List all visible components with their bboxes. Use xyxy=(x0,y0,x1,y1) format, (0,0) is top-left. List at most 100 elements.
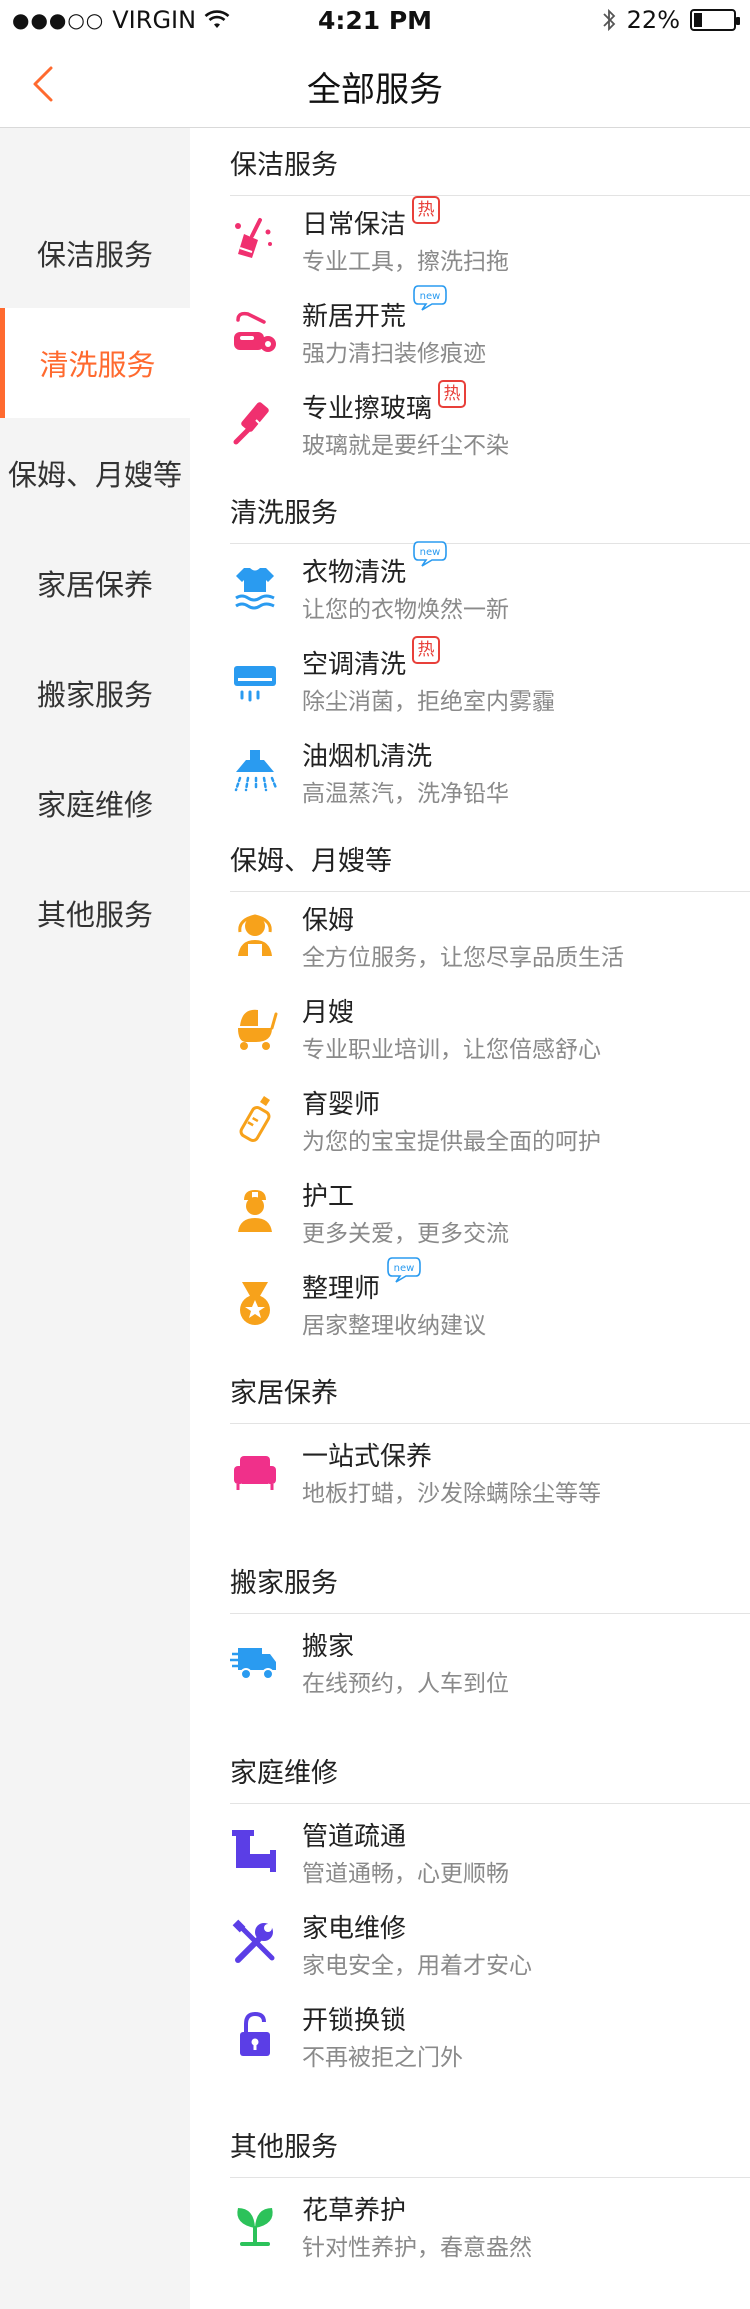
service-name: 搬家 xyxy=(302,1632,355,1662)
service-name: 月嫂 xyxy=(302,998,355,1028)
service-description: 全方位服务，让您尽享品质生活 xyxy=(302,945,624,971)
sidebar-item-4[interactable]: 家居保养 xyxy=(0,528,190,638)
tools-icon xyxy=(230,1918,280,1968)
service-description: 高温蒸汽，洗净铅华 xyxy=(302,781,509,807)
service-description: 家电安全，用着才安心 xyxy=(302,1953,532,1979)
service-item[interactable]: 开锁换锁不再被拒之门外 xyxy=(230,1996,750,2088)
sidebar-item-6[interactable]: 家庭维修 xyxy=(0,748,190,858)
baby-bottle-icon xyxy=(230,1094,280,1144)
svg-text:new: new xyxy=(420,291,441,302)
service-description: 居家整理收纳建议 xyxy=(302,1313,486,1339)
truck-icon xyxy=(230,1636,280,1686)
sidebar-item-7[interactable]: 其他服务 xyxy=(0,858,190,968)
service-name: 育婴师 xyxy=(302,1090,381,1120)
laundry-icon xyxy=(230,562,280,612)
service-item[interactable]: 衣物清洗 new 让您的衣物焕然一新 xyxy=(230,541,750,640)
medal-icon xyxy=(230,1278,280,1328)
battery-level xyxy=(694,13,702,27)
service-name: 保姆 xyxy=(302,906,355,936)
unlock-icon xyxy=(230,2010,280,2060)
service-item[interactable]: 保姆全方位服务，让您尽享品质生活 xyxy=(230,896,750,988)
hot-badge: 热 xyxy=(412,196,441,224)
bluetooth-icon xyxy=(603,8,615,32)
battery-icon xyxy=(690,9,740,31)
air-conditioner-icon xyxy=(230,654,280,704)
service-item[interactable]: 搬家在线预约，人车到位 xyxy=(230,1622,750,1714)
squeegee-icon xyxy=(230,398,280,448)
range-hood-icon xyxy=(230,746,280,796)
service-description: 专业工具，擦洗扫拖 xyxy=(302,249,509,275)
sidebar-item-3[interactable]: 保姆、月嫂等 xyxy=(0,418,190,528)
service-item[interactable]: 管道疏通管道通畅，心更顺畅 xyxy=(230,1812,750,1904)
service-item[interactable]: 育婴师为您的宝宝提供最全面的呵护 xyxy=(230,1080,750,1172)
svg-text:new: new xyxy=(420,547,441,558)
broom-icon xyxy=(230,214,280,264)
service-name: 开锁换锁 xyxy=(302,2006,407,2036)
status-right: 22% xyxy=(601,6,740,34)
page-title: 全部服务 xyxy=(307,70,443,110)
service-name: 整理师 new xyxy=(302,1257,422,1305)
service-name: 管道疏通 xyxy=(302,1822,407,1852)
stroller-icon xyxy=(230,1002,280,1052)
section-header: 保洁服务 xyxy=(230,128,750,196)
new-badge: new xyxy=(412,284,448,312)
sidebar-item-1[interactable]: 保洁服务 xyxy=(0,198,190,308)
service-name: 衣物清洗 new xyxy=(302,541,448,589)
service-name: 家电维修 xyxy=(302,1914,407,1944)
service-item[interactable]: 空调清洗热除尘消菌，拒绝室内雾霾 xyxy=(230,636,750,732)
section-header: 清洗服务 xyxy=(230,476,750,544)
pipe-icon xyxy=(230,1826,280,1876)
sidebar-item-label: 搬家服务 xyxy=(36,678,153,712)
sidebar-item-label: 清洗服务 xyxy=(39,348,156,382)
service-item[interactable]: 油烟机清洗高温蒸汽，洗净铅华 xyxy=(230,732,750,824)
service-item[interactable]: 整理师 new 居家整理收纳建议 xyxy=(230,1257,750,1356)
section-header: 搬家服务 xyxy=(230,1546,750,1614)
service-item[interactable]: 一站式保养 地板打蜡，沙发除螨除尘等等 xyxy=(230,1432,750,1524)
nav-bar: 全部服务 xyxy=(0,40,750,128)
service-name: 油烟机清洗 xyxy=(302,742,433,772)
nurse-icon xyxy=(230,1186,280,1236)
sidebar-item-2[interactable]: 清洗服务 xyxy=(0,308,190,418)
service-description: 针对性养护，春意盎然 xyxy=(302,2235,532,2261)
service-name: 一站式保养 xyxy=(302,1442,433,1472)
service-name: 花草养护 xyxy=(302,2196,407,2226)
svg-text:new: new xyxy=(394,1263,415,1274)
new-badge: new xyxy=(412,540,448,568)
service-item[interactable]: 护工 更多关爱，更多交流 xyxy=(230,1172,750,1264)
plant-icon xyxy=(230,2200,280,2250)
service-item[interactable]: 日常保洁热专业工具，擦洗扫拖 xyxy=(230,196,750,292)
vacuum-icon xyxy=(230,306,280,356)
sidebar-item-label: 家居保养 xyxy=(36,568,153,602)
section-header: 其他服务 xyxy=(230,2110,750,2178)
sidebar-item-label: 保洁服务 xyxy=(36,238,153,272)
sidebar-item-label: 家庭维修 xyxy=(36,788,153,822)
new-badge: new xyxy=(386,1256,422,1284)
sidebar-item-5[interactable]: 搬家服务 xyxy=(0,638,190,748)
service-description: 让您的衣物焕然一新 xyxy=(302,597,509,623)
service-description: 除尘消菌，拒绝室内雾霾 xyxy=(302,689,555,715)
hot-badge: 热 xyxy=(438,380,467,408)
section-header: 家居保养 xyxy=(230,1356,750,1424)
service-description: 不再被拒之门外 xyxy=(302,2045,463,2071)
service-name: 日常保洁热 xyxy=(302,196,441,241)
service-description: 专业职业培训，让您倍感舒心 xyxy=(302,1037,601,1063)
service-item[interactable]: 月嫂专业职业培训，让您倍感舒心 xyxy=(230,988,750,1080)
service-name: 空调清洗热 xyxy=(302,636,441,681)
service-name: 新居开荒 new xyxy=(302,285,448,333)
service-description: 管道通畅，心更顺畅 xyxy=(302,1861,509,1887)
hot-badge: 热 xyxy=(412,636,441,664)
nanny-icon xyxy=(230,910,280,960)
service-description: 为您的宝宝提供最全面的呵护 xyxy=(302,1129,601,1155)
service-item[interactable]: 家电维修家电安全，用着才安心 xyxy=(230,1904,750,1996)
section-header: 家庭维修 xyxy=(230,1736,750,1804)
service-item[interactable]: 新居开荒 new 强力清扫装修痕迹 xyxy=(230,285,750,384)
service-description: 玻璃就是要纤尘不染 xyxy=(302,433,509,459)
category-sidebar: 保洁服务清洗服务保姆、月嫂等 家居保养搬家服务家庭维修其他服务 xyxy=(0,128,190,2309)
sidebar-item-label: 其他服务 xyxy=(36,898,153,932)
section-header: 保姆、月嫂等 xyxy=(230,824,750,892)
service-item[interactable]: 花草养护针对性养护，春意盎然 xyxy=(230,2186,750,2278)
sidebar-item-label: 保姆、月嫂等 xyxy=(7,458,182,492)
service-description: 在线预约，人车到位 xyxy=(302,1671,509,1697)
service-item[interactable]: 专业擦玻璃热玻璃就是要纤尘不染 xyxy=(230,380,750,476)
service-description: 强力清扫装修痕迹 xyxy=(302,341,486,367)
